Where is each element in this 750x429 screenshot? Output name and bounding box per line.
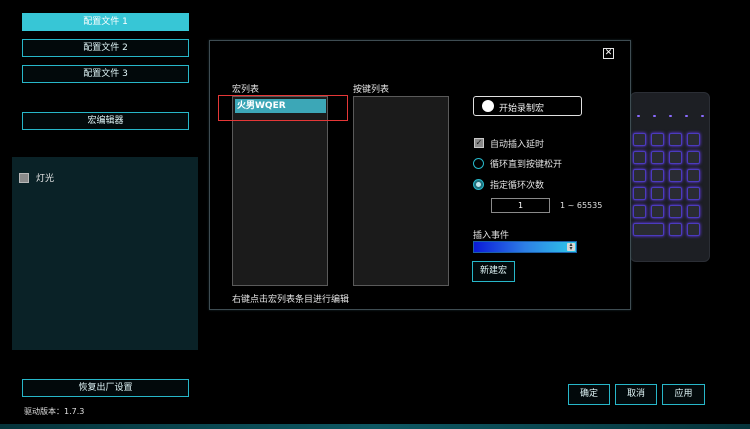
keyboard-key <box>669 169 682 182</box>
keyboard-key <box>633 205 646 218</box>
keyboard-indicator-light <box>653 115 656 117</box>
keyboard-key <box>651 133 664 146</box>
profile-3-button[interactable]: 配置文件 3 <box>22 65 189 83</box>
confirm-button[interactable]: 确定 <box>568 384 610 405</box>
profile-2-button[interactable]: 配置文件 2 <box>22 39 189 57</box>
keyboard-key <box>651 151 664 164</box>
selection-highlight-box <box>218 95 348 121</box>
keyboard-key <box>669 133 682 146</box>
keyboard-key <box>687 169 700 182</box>
macro-editor-button[interactable]: 宏编辑器 <box>22 112 189 130</box>
factory-reset-button[interactable]: 恢复出厂设置 <box>22 379 189 397</box>
start-record-button[interactable]: 开始录制宏 <box>473 96 582 116</box>
record-circle-icon <box>482 100 494 112</box>
keyboard-key <box>633 223 664 236</box>
apply-button[interactable]: 应用 <box>662 384 705 405</box>
insert-event-dropdown[interactable]: ▴ ▾ <box>473 241 577 253</box>
close-icon[interactable]: ✕ <box>603 48 614 59</box>
keyboard-indicator-light <box>669 115 672 117</box>
loop-until-release-label: 循环直到按键松开 <box>490 160 563 170</box>
keyboard-key <box>687 223 700 236</box>
auto-delay-label: 自动插入延时 <box>490 140 545 150</box>
bottom-accent-strip <box>0 424 750 429</box>
key-list[interactable] <box>353 96 449 286</box>
keyboard-key <box>651 187 664 200</box>
keyboard-key <box>633 151 646 164</box>
keyboard-key <box>687 205 700 218</box>
keyboard-key <box>651 169 664 182</box>
keyboard-key <box>633 187 646 200</box>
macro-editor-dialog: ✕ 宏列表 按键列表 火男WQER 右键点击宏列表条目进行编辑 开始录制宏 ✓ … <box>209 40 631 310</box>
spinner-arrows-icon[interactable]: ▴ ▾ <box>567 242 575 252</box>
light-label: 灯光 <box>36 174 55 184</box>
keyboard-indicator-light <box>701 115 704 117</box>
lighting-panel: 灯光 <box>12 157 198 350</box>
cancel-button[interactable]: 取消 <box>615 384 657 405</box>
loop-count-radio[interactable] <box>473 179 484 190</box>
loop-range-text: 1 ~ 65535 <box>560 201 603 210</box>
macro-list-title: 宏列表 <box>232 85 260 95</box>
keyboard-indicator-light <box>685 115 688 117</box>
keyboard-key <box>687 133 700 146</box>
keyboard-key <box>687 187 700 200</box>
keyboard-indicator-light <box>637 115 640 117</box>
auto-delay-checkbox[interactable]: ✓ <box>474 138 484 148</box>
new-macro-button[interactable]: 新建宏 <box>472 261 515 282</box>
keyboard-key <box>669 187 682 200</box>
loop-until-release-radio[interactable] <box>473 158 484 169</box>
macro-list[interactable]: 火男WQER <box>232 96 328 286</box>
record-label: 开始录制宏 <box>499 104 545 114</box>
keyboard-key <box>633 133 646 146</box>
driver-version-text: 驱动版本：1.7.3 <box>24 407 85 416</box>
insert-event-label: 插入事件 <box>473 231 510 241</box>
keyboard-key <box>633 169 646 182</box>
keyboard-key <box>687 151 700 164</box>
light-checkbox[interactable] <box>19 173 29 183</box>
profile-1-button[interactable]: 配置文件 1 <box>22 13 189 31</box>
key-list-title: 按键列表 <box>353 85 390 95</box>
keyboard-key <box>669 223 682 236</box>
loop-count-input[interactable]: 1 <box>491 198 550 213</box>
keyboard-key <box>669 205 682 218</box>
keyboard-image <box>630 92 710 262</box>
edit-hint-text: 右键点击宏列表条目进行编辑 <box>232 295 350 305</box>
keyboard-key <box>651 205 664 218</box>
loop-count-label: 指定循环次数 <box>490 181 545 191</box>
keyboard-key <box>669 151 682 164</box>
